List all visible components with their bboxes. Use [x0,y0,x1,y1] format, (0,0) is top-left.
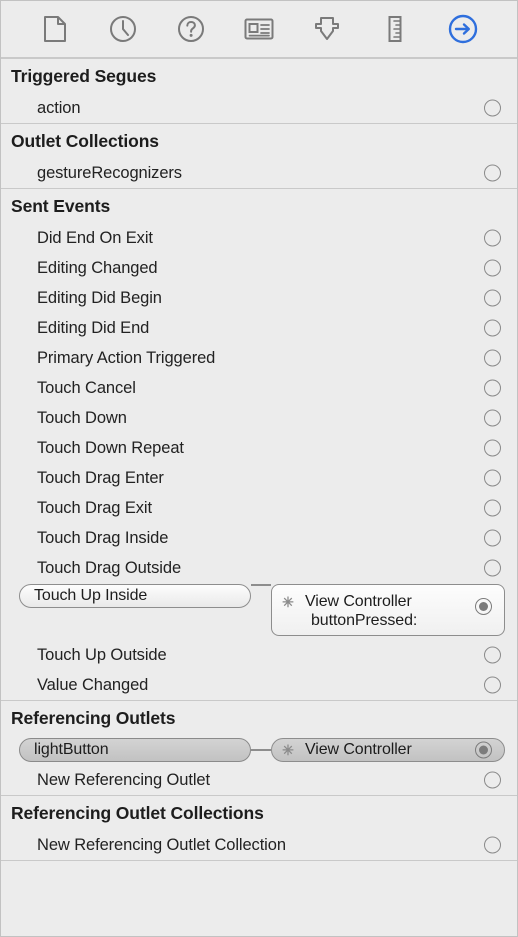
row-touch-drag-exit[interactable]: Touch Drag Exit [1,493,517,523]
section-header-sent-events: Sent Events [11,196,111,216]
connection-source-label: lightButton [34,741,109,758]
connection-well[interactable] [484,289,501,307]
connection-well[interactable] [484,529,501,547]
connection-well[interactable] [484,499,501,517]
row-primary-action-triggered[interactable]: Primary Action Triggered [1,343,517,373]
connection-target-object: View Controller [305,592,412,610]
connection-well[interactable] [484,439,501,457]
section-header-outlet-collections: Outlet Collections [11,131,159,151]
row-new-referencing-outlet-collection[interactable]: New Referencing Outlet Collection [1,830,517,860]
connection-source-label: Touch Up Inside [34,587,148,604]
connections-inspector-panel: Triggered Segues action Outlet Collectio… [0,0,518,937]
connection-source-pill[interactable]: lightButton [19,738,251,762]
connection-well-filled[interactable] [475,598,492,615]
row-label: Touch Down [37,408,127,427]
row-label: action [37,98,81,117]
row-label: Value Changed [37,675,149,694]
connection-well[interactable] [484,676,501,694]
disconnect-icon[interactable]: ✳ [282,595,294,609]
row-label: Editing Did Begin [37,288,162,307]
connection-well[interactable] [484,99,501,117]
row-touch-drag-enter[interactable]: Touch Drag Enter [1,463,517,493]
connection-light-button[interactable]: lightButton ✳ View Controller [1,735,517,765]
divider [1,860,517,861]
connection-well[interactable] [484,164,501,182]
row-label: Editing Changed [37,258,158,277]
row-label: Primary Action Triggered [37,348,216,367]
section-header-referencing-outlet-collections: Referencing Outlet Collections [11,803,264,823]
row-did-end-on-exit[interactable]: Did End On Exit [1,223,517,253]
file-inspector-icon[interactable] [34,11,76,47]
connection-well[interactable] [484,646,501,664]
inspector-toolbar [1,1,517,58]
connections-inspector-icon[interactable] [442,11,484,47]
row-label: Touch Drag Exit [37,498,152,517]
identity-inspector-icon[interactable] [238,11,280,47]
row-label: Touch Drag Outside [37,558,182,577]
attributes-inspector-icon[interactable] [306,11,348,47]
connection-target-object: View Controller [305,741,412,758]
connection-target-header: ✳ View Controller [282,593,492,611]
connection-line [251,749,271,751]
connection-source-pill[interactable]: Touch Up Inside [19,584,251,608]
connection-well[interactable] [484,349,501,367]
row-touch-down[interactable]: Touch Down [1,403,517,433]
connection-well[interactable] [484,259,501,277]
row-editing-did-begin[interactable]: Editing Did Begin [1,283,517,313]
connection-target-pill[interactable]: ✳ View Controller [271,738,505,762]
row-touch-up-outside[interactable]: Touch Up Outside [1,640,517,670]
connection-target-header: ✳ View Controller [282,741,492,759]
row-touch-down-repeat[interactable]: Touch Down Repeat [1,433,517,463]
row-label: Touch Drag Inside [37,528,169,547]
row-label: Touch Down Repeat [37,438,184,457]
row-label: Touch Up Outside [37,645,167,664]
quick-help-inspector-icon[interactable] [170,11,212,47]
row-label: Touch Cancel [37,378,136,397]
row-label: Editing Did End [37,318,150,337]
connection-well[interactable] [484,469,501,487]
connection-line [251,584,271,586]
connection-well[interactable] [484,319,501,337]
row-gesture-recognizers[interactable]: gestureRecognizers [1,158,517,188]
history-inspector-icon[interactable] [102,11,144,47]
section-header-triggered-segues: Triggered Segues [11,66,157,86]
connection-target-popover[interactable]: ✳ View Controller buttonPressed: [271,584,505,636]
connection-well[interactable] [484,559,501,577]
row-touch-drag-inside[interactable]: Touch Drag Inside [1,523,517,553]
row-label: Touch Drag Enter [37,468,164,487]
row-editing-did-end[interactable]: Editing Did End [1,313,517,343]
row-action[interactable]: action [1,93,517,123]
row-label: New Referencing Outlet [37,770,210,789]
disconnect-icon[interactable]: ✳ [282,743,294,757]
row-label: Did End On Exit [37,228,153,247]
row-touch-drag-outside[interactable]: Touch Drag Outside [1,553,517,583]
size-inspector-icon[interactable] [374,11,416,47]
row-touch-cancel[interactable]: Touch Cancel [1,373,517,403]
row-label: gestureRecognizers [37,163,182,182]
connection-target-action: buttonPressed: [311,611,418,629]
connection-well-filled[interactable] [475,741,492,759]
section-header-referencing-outlets: Referencing Outlets [11,708,176,728]
connection-well[interactable] [484,229,501,247]
connection-touch-up-inside[interactable]: Touch Up Inside ✳ View Controller button… [1,583,517,640]
connection-well[interactable] [484,771,501,789]
row-value-changed[interactable]: Value Changed [1,670,517,700]
connection-well[interactable] [484,409,501,427]
row-editing-changed[interactable]: Editing Changed [1,253,517,283]
connection-well[interactable] [484,379,501,397]
connection-well[interactable] [484,836,501,854]
row-new-referencing-outlet[interactable]: New Referencing Outlet [1,765,517,795]
row-label: New Referencing Outlet Collection [37,835,286,854]
